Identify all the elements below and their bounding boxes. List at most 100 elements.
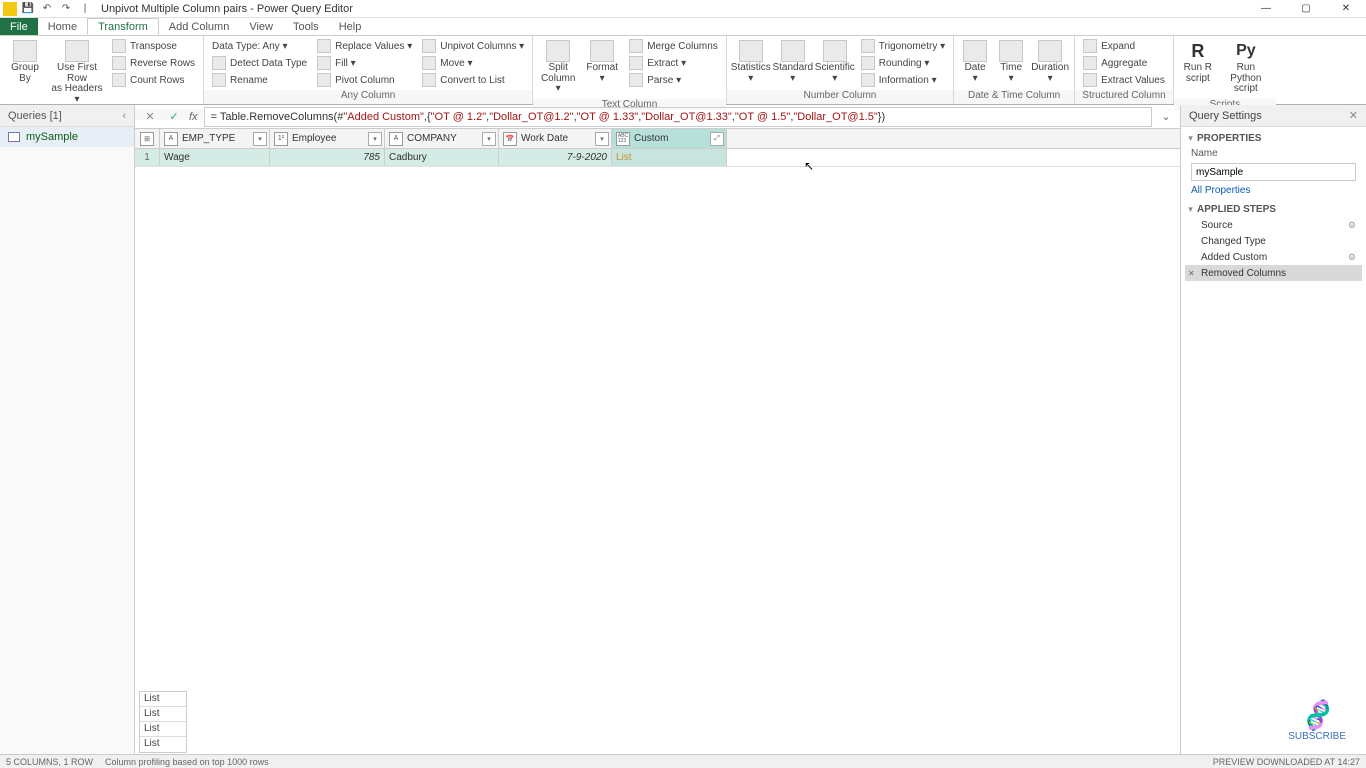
save-icon[interactable]: 💾 bbox=[20, 2, 36, 16]
query-settings-header: Query Settings ✕ bbox=[1181, 105, 1366, 127]
cancel-formula-icon[interactable]: ✕ bbox=[141, 108, 159, 126]
redo-icon[interactable]: ↷ bbox=[58, 2, 74, 16]
row-number[interactable]: 1 bbox=[135, 149, 160, 166]
statistics-button[interactable]: Statistics▾ bbox=[731, 38, 771, 86]
tab-transform[interactable]: Transform bbox=[87, 18, 159, 35]
rounding-button[interactable]: Rounding ▾ bbox=[857, 55, 949, 71]
gear-icon[interactable]: ⚙ bbox=[1348, 220, 1356, 231]
move-button[interactable]: Move ▾ bbox=[418, 55, 528, 71]
merge-columns-button[interactable]: Merge Columns bbox=[625, 38, 722, 54]
fill-button[interactable]: Fill ▾ bbox=[313, 55, 416, 71]
list-item[interactable]: List bbox=[140, 692, 186, 707]
step-removed-columns[interactable]: Removed Columns bbox=[1185, 265, 1362, 281]
transpose-button[interactable]: Transpose bbox=[108, 38, 199, 54]
ribbon-tabs: File Home Transform Add Column View Tool… bbox=[0, 18, 1366, 35]
commit-formula-icon[interactable]: ✓ bbox=[165, 108, 183, 126]
grid-corner[interactable]: ⊞ bbox=[135, 129, 160, 148]
name-label: Name bbox=[1181, 146, 1366, 161]
cell-custom[interactable]: List bbox=[612, 149, 727, 166]
maximize-button[interactable]: ▢ bbox=[1286, 0, 1326, 18]
queries-title: Queries [1] bbox=[8, 110, 62, 122]
tab-add-column[interactable]: Add Column bbox=[159, 18, 240, 35]
time-button[interactable]: Time▾ bbox=[994, 38, 1028, 86]
query-name-input[interactable] bbox=[1191, 163, 1356, 181]
status-bar: 5 COLUMNS, 1 ROW Column profiling based … bbox=[0, 754, 1366, 768]
extract-button[interactable]: Extract ▾ bbox=[625, 55, 722, 71]
expand-column-icon[interactable]: ⤢ bbox=[710, 132, 724, 146]
watermark: 🧬 SUBSCRIBE bbox=[1288, 702, 1346, 742]
split-column-button[interactable]: SplitColumn ▾ bbox=[537, 38, 579, 97]
count-rows-button[interactable]: Count Rows bbox=[108, 72, 199, 88]
list-item[interactable]: List bbox=[140, 722, 186, 737]
date-button[interactable]: Date▾ bbox=[958, 38, 992, 86]
formula-expand-icon[interactable]: ⌄ bbox=[1158, 110, 1174, 123]
window-controls: — ▢ ✕ bbox=[1246, 0, 1366, 18]
expand-button[interactable]: Expand bbox=[1079, 38, 1169, 54]
data-grid: ⊞ AEMP_TYPE▾ 1²Employee▾ ACOMPANY▾ 📅Work… bbox=[135, 129, 1180, 167]
query-item-mysample[interactable]: mySample bbox=[0, 127, 134, 147]
type-text-icon: A bbox=[164, 132, 178, 146]
close-button[interactable]: ✕ bbox=[1326, 0, 1366, 18]
replace-values-button[interactable]: Replace Values ▾ bbox=[313, 38, 416, 54]
step-source[interactable]: Source⚙ bbox=[1185, 217, 1362, 233]
group-by-button[interactable]: GroupBy bbox=[4, 38, 46, 86]
col-header-employee[interactable]: 1²Employee▾ bbox=[270, 129, 385, 148]
col-header-workdate[interactable]: 📅Work Date▾ bbox=[499, 129, 612, 148]
cell-emptype[interactable]: Wage bbox=[160, 149, 270, 166]
filter-icon[interactable]: ▾ bbox=[595, 132, 609, 146]
ribbon-group-label: Date & Time Column bbox=[954, 90, 1074, 104]
information-button[interactable]: Information ▾ bbox=[857, 72, 949, 88]
trigonometry-button[interactable]: Trigonometry ▾ bbox=[857, 38, 949, 54]
run-r-button[interactable]: RRun Rscript bbox=[1178, 38, 1218, 86]
detect-data-type-button[interactable]: Detect Data Type bbox=[208, 55, 311, 71]
undo-icon[interactable]: ↶ bbox=[39, 2, 55, 16]
close-settings-icon[interactable]: ✕ bbox=[1349, 109, 1358, 122]
cell-company[interactable]: Cadbury bbox=[385, 149, 499, 166]
scientific-button[interactable]: Scientific▾ bbox=[815, 38, 855, 86]
aggregate-button[interactable]: Aggregate bbox=[1079, 55, 1169, 71]
applied-steps-header[interactable]: APPLIED STEPS bbox=[1181, 198, 1366, 217]
duration-button[interactable]: Duration▾ bbox=[1030, 38, 1070, 86]
list-item[interactable]: List bbox=[140, 737, 186, 752]
ribbon-group-label: Structured Column bbox=[1075, 90, 1173, 104]
minimize-button[interactable]: — bbox=[1246, 0, 1286, 18]
step-changed-type[interactable]: Changed Type bbox=[1185, 233, 1362, 249]
unpivot-columns-button[interactable]: Unpivot Columns ▾ bbox=[418, 38, 528, 54]
col-header-company[interactable]: ACOMPANY▾ bbox=[385, 129, 499, 148]
qat-divider: | bbox=[77, 2, 93, 16]
col-header-emptype[interactable]: AEMP_TYPE▾ bbox=[160, 129, 270, 148]
gear-icon[interactable]: ⚙ bbox=[1348, 252, 1356, 263]
col-header-custom[interactable]: ABC123Custom⤢ bbox=[612, 129, 727, 148]
tab-view[interactable]: View bbox=[239, 18, 283, 35]
properties-section-header[interactable]: PROPERTIES bbox=[1181, 127, 1366, 146]
formula-input[interactable]: = Table.RemoveColumns(#"Added Custom",{"… bbox=[204, 107, 1152, 127]
title-bar: 💾 ↶ ↷ | Unpivot Multiple Column pairs - … bbox=[0, 0, 1366, 18]
standard-button[interactable]: Standard▾ bbox=[773, 38, 813, 86]
watermark-label: SUBSCRIBE bbox=[1288, 731, 1346, 742]
tab-tools[interactable]: Tools bbox=[283, 18, 329, 35]
collapse-queries-icon[interactable]: ‹ bbox=[122, 110, 126, 122]
extract-values-button[interactable]: Extract Values bbox=[1079, 72, 1169, 88]
rename-button[interactable]: Rename bbox=[208, 72, 311, 88]
reverse-rows-button[interactable]: Reverse Rows bbox=[108, 55, 199, 71]
list-item[interactable]: List bbox=[140, 707, 186, 722]
step-added-custom[interactable]: Added Custom⚙ bbox=[1185, 249, 1362, 265]
use-first-row-button[interactable]: Use First Rowas Headers ▾ bbox=[48, 38, 106, 107]
run-python-button[interactable]: PyRun Pythonscript bbox=[1220, 38, 1272, 97]
all-properties-link[interactable]: All Properties bbox=[1181, 183, 1366, 198]
pivot-column-button[interactable]: Pivot Column bbox=[313, 72, 416, 88]
filter-icon[interactable]: ▾ bbox=[482, 132, 496, 146]
table-row[interactable]: 1 Wage 785 Cadbury 7-9-2020 List bbox=[135, 149, 1180, 167]
filter-icon[interactable]: ▾ bbox=[368, 132, 382, 146]
convert-to-list-button[interactable]: Convert to List bbox=[418, 72, 528, 88]
tab-home[interactable]: Home bbox=[38, 18, 87, 35]
tab-help[interactable]: Help bbox=[329, 18, 372, 35]
data-type-button[interactable]: Data Type: Any ▾ bbox=[208, 38, 311, 54]
format-button[interactable]: Format▾ bbox=[581, 38, 623, 86]
cell-workdate[interactable]: 7-9-2020 bbox=[499, 149, 612, 166]
filter-icon[interactable]: ▾ bbox=[253, 132, 267, 146]
cell-employee[interactable]: 785 bbox=[270, 149, 385, 166]
tab-file[interactable]: File bbox=[0, 18, 38, 35]
fx-icon[interactable]: fx bbox=[189, 111, 198, 123]
parse-button[interactable]: Parse ▾ bbox=[625, 72, 722, 88]
